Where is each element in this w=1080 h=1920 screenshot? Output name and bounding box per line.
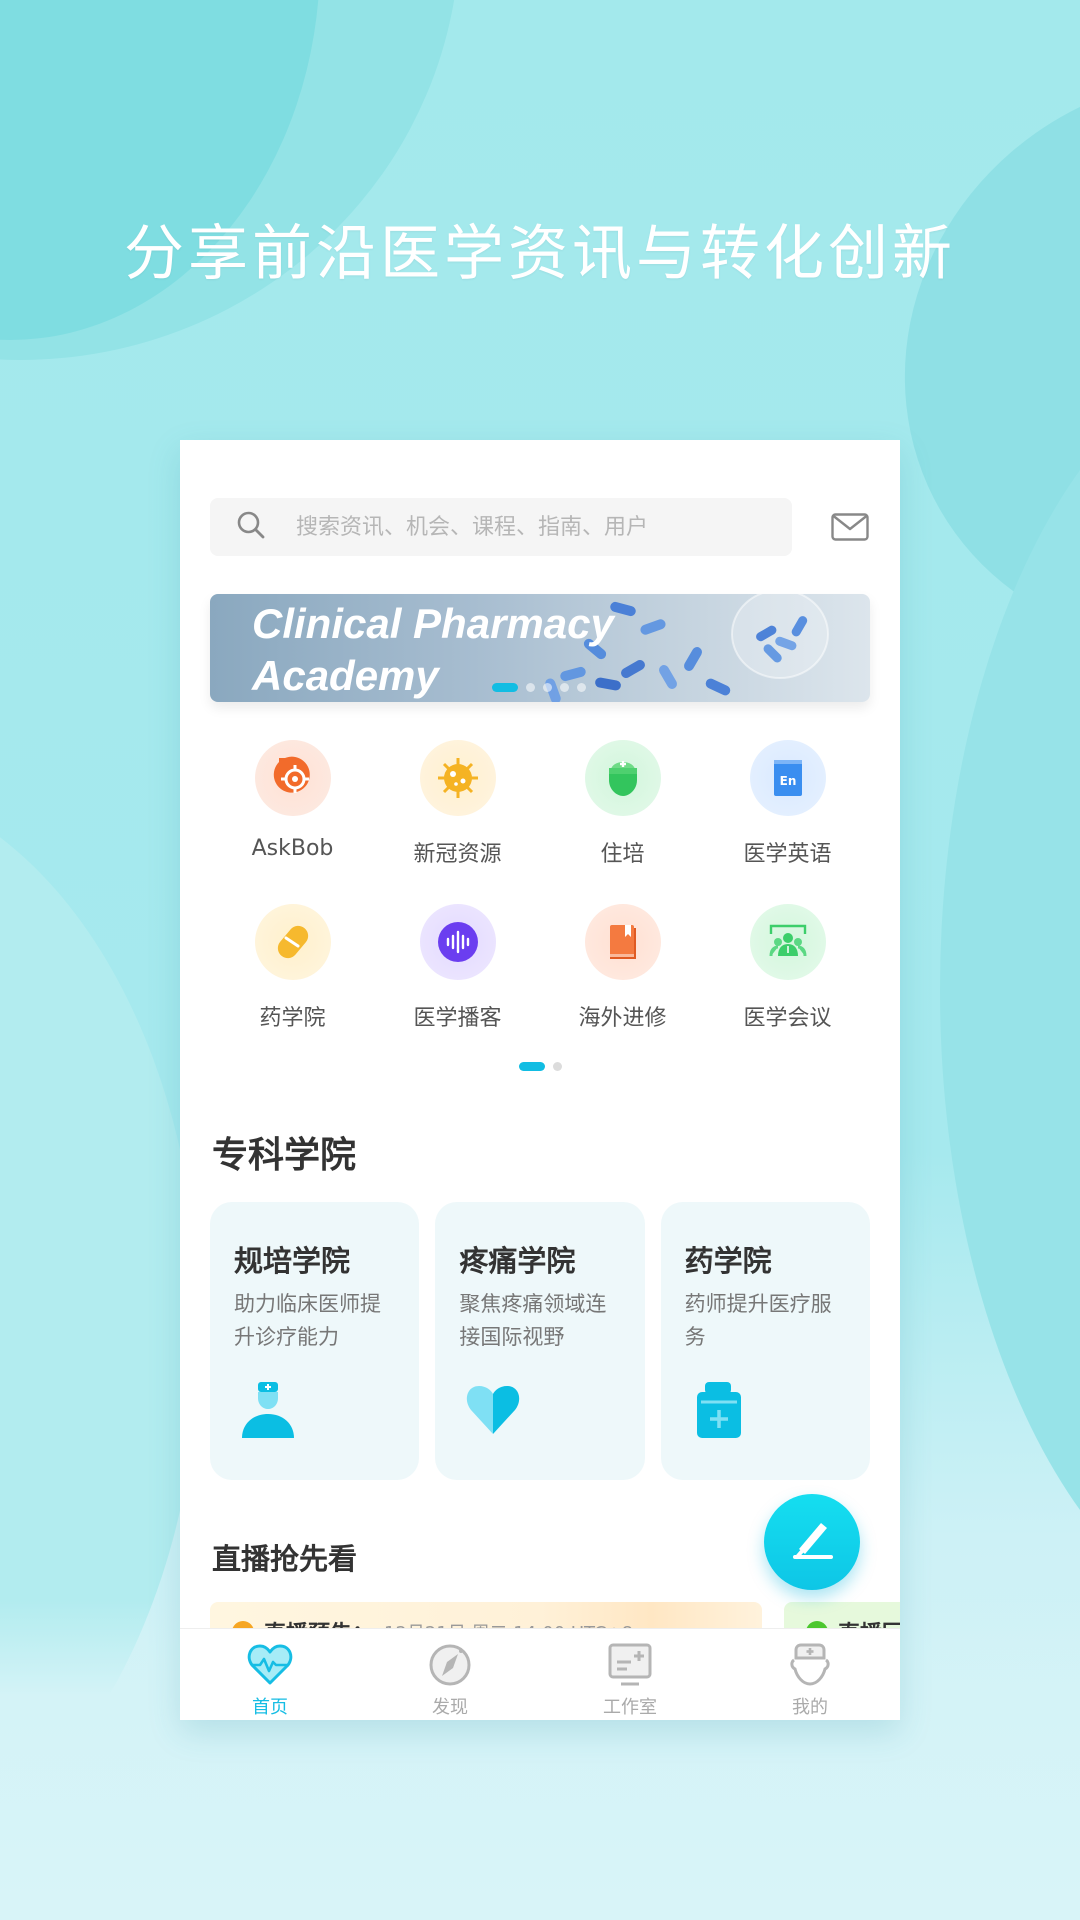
edit-pencil-icon <box>793 1523 833 1559</box>
quick-access-grid: AskBob 新冠资源 住培 En 医学英语 药学院 医学播客 海外进修 医学会… <box>210 740 870 1032</box>
academy-desc: 助力临床医师提升诊疗能力 <box>234 1292 381 1349</box>
book-icon <box>584 904 661 980</box>
banner-dot[interactable] <box>526 683 535 692</box>
academy-name: 药学院 <box>684 1244 772 1278</box>
banner-dot[interactable] <box>543 683 552 692</box>
tab-profile[interactable]: 我的 <box>720 1629 900 1720</box>
tab-label: 工作室 <box>603 1697 657 1718</box>
mail-icon <box>831 513 869 541</box>
grid-label: AskBob <box>251 836 334 861</box>
academy-name: 规培学院 <box>234 1244 351 1278</box>
grid-item-podcast[interactable]: 医学播客 <box>375 904 540 1032</box>
academy-card-pain[interactable]: 疼痛学院 聚焦疼痛领域连接国际视野 <box>435 1202 645 1480</box>
meeting-icon <box>749 904 826 980</box>
grid-item-covid[interactable]: 新冠资源 <box>375 740 540 868</box>
banner-dot[interactable] <box>560 683 569 692</box>
banner-dot[interactable] <box>577 683 586 692</box>
grid-page-dot-active[interactable] <box>518 1062 545 1071</box>
grid-label: 新冠资源 <box>413 842 502 867</box>
grid-item-medical-english[interactable]: En 医学英语 <box>705 740 870 868</box>
heart-pulse-icon <box>246 1641 294 1689</box>
tab-label: 我的 <box>792 1697 828 1718</box>
grid-label: 医学播客 <box>413 1006 502 1031</box>
top-bar <box>210 498 870 556</box>
grid-item-residency[interactable]: 住培 <box>540 740 705 868</box>
grid-label: 医学会议 <box>743 1006 832 1031</box>
doctor-icon <box>242 1382 294 1438</box>
academy-card-pharmacy[interactable]: 药学院 药师提升医疗服务 <box>660 1202 870 1480</box>
grid-item-medical-conference[interactable]: 医学会议 <box>705 904 870 1032</box>
grid-item-overseas-study[interactable]: 海外进修 <box>540 904 705 1032</box>
askbob-target-icon <box>254 740 331 816</box>
compass-icon <box>426 1641 474 1689</box>
tab-discover[interactable]: 发现 <box>360 1629 540 1720</box>
mail-button[interactable] <box>830 511 870 543</box>
grid-label: 住培 <box>600 842 645 867</box>
heart-icon <box>467 1386 520 1434</box>
search-input[interactable] <box>296 514 756 540</box>
academy-cards: 规培学院 助力临床医师提升诊疗能力 疼痛学院 聚焦疼痛领域连接国际视野 药学院 … <box>210 1202 870 1480</box>
banner-dot-active[interactable] <box>492 683 518 692</box>
doctor-cap-icon <box>786 1641 834 1689</box>
virus-icon <box>419 740 496 816</box>
bottom-tab-bar: 首页 发现 工作室 我的 <box>180 1628 900 1720</box>
podcast-icon <box>419 904 496 980</box>
compose-fab[interactable] <box>764 1494 860 1590</box>
academy-card-residency[interactable]: 规培学院 助力临床医师提升诊疗能力 <box>210 1202 420 1480</box>
workspace-icon <box>606 1641 654 1689</box>
grid-label: 药学院 <box>259 1006 326 1031</box>
grid-label: 海外进修 <box>578 1006 667 1031</box>
tab-workspace[interactable]: 工作室 <box>540 1629 720 1720</box>
academy-name: 疼痛学院 <box>459 1244 576 1278</box>
grid-item-pharmacy[interactable]: 药学院 <box>210 904 375 1032</box>
tab-home[interactable]: 首页 <box>180 1629 360 1720</box>
academy-desc: 药师提升医疗服务 <box>684 1292 832 1349</box>
promo-headline: 分享前沿医学资讯与转化创新 <box>124 219 956 289</box>
section-title-live: 直播抢先看 <box>212 1542 358 1576</box>
pill-icon <box>254 904 331 980</box>
banner-pagination <box>492 683 586 692</box>
tab-label: 发现 <box>432 1697 468 1718</box>
app-screen: Clinical Pharmacy Academy AskBob 新冠资源 <box>180 440 900 1720</box>
search-bar[interactable] <box>210 498 792 556</box>
grid-label: 医学英语 <box>743 842 832 867</box>
english-book-icon: En <box>749 740 826 816</box>
grid-page-dot[interactable] <box>552 1062 562 1071</box>
tab-label: 首页 <box>252 1697 288 1718</box>
search-icon <box>236 510 266 544</box>
banner-carousel[interactable]: Clinical Pharmacy Academy <box>210 594 870 702</box>
svg-text:En: En <box>779 774 796 788</box>
medicine-bottle-icon <box>696 1382 741 1438</box>
academy-desc: 聚焦疼痛领域连接国际视野 <box>459 1292 607 1349</box>
nurse-icon <box>584 740 661 816</box>
grid-pagination <box>180 1062 900 1071</box>
section-title-academies: 专科学院 <box>212 1135 357 1176</box>
grid-item-askbob[interactable]: AskBob <box>210 740 375 868</box>
